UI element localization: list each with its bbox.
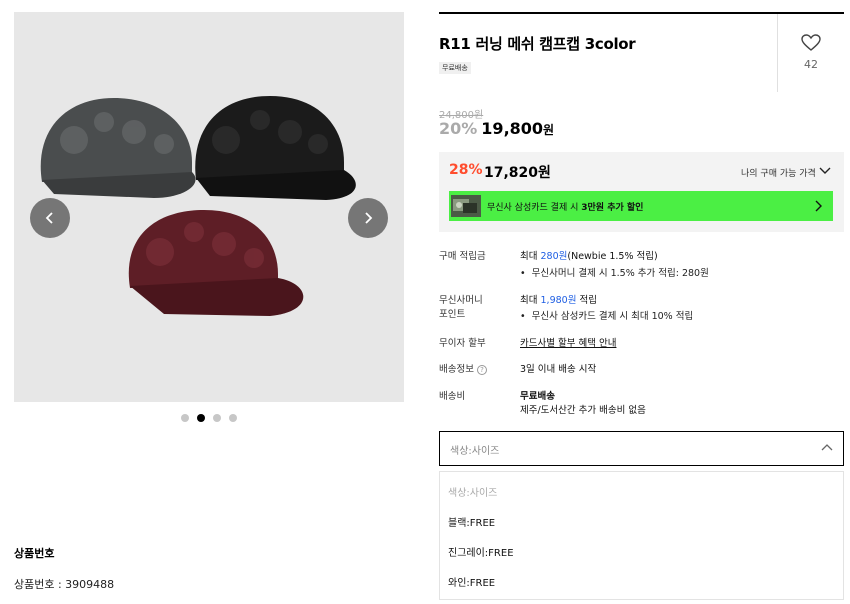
shipping-fee-note: 제주/도서산간 추가 배송비 없음 (520, 405, 646, 416)
promo-text: 무신사 삼성카드 결제 시 3만원 추가 할인 (487, 202, 644, 213)
sale-price: 19,800 (481, 119, 544, 138)
gray-cap-image (40, 98, 196, 198)
option-black-free[interactable]: 블랙:FREE (448, 514, 495, 529)
chevron-right-icon (815, 200, 822, 212)
option-placeholder: 색상:사이즈 (448, 488, 498, 499)
chevron-up-icon (821, 444, 833, 451)
heart-icon (801, 34, 821, 51)
chevron-left-icon (45, 212, 53, 224)
my-discount-percent: 28% (449, 162, 483, 178)
product-number: 상품번호 : 3909488 (14, 578, 115, 591)
money-label-1: 무신사머니 (439, 295, 483, 306)
shipping-fee-value: 무료배송 (520, 391, 555, 402)
discount-price-row: 20% 19,800 원 (439, 119, 554, 138)
shipping-value: 3일 이내 배송 시작 (520, 364, 597, 375)
option-wine-free[interactable]: 와인:FREE (448, 574, 495, 589)
option-select[interactable]: 색상:사이즈 (439, 431, 844, 466)
product-number-title: 상품번호 (14, 547, 55, 560)
discount-percent: 20% (439, 119, 478, 138)
shipping-label: 배송정보? (439, 361, 487, 375)
gallery-dot[interactable] (213, 414, 221, 422)
vertical-divider (777, 14, 778, 92)
money-label-2: 포인트 (439, 309, 466, 320)
option-dark-gray-free[interactable]: 진그레이:FREE (448, 544, 514, 559)
points-value: 최대 280원(Newbie 1.5% 적립) (520, 251, 658, 262)
price-unit: 원 (543, 123, 555, 137)
gallery-dot[interactable] (229, 414, 237, 422)
installment-link[interactable]: 카드사별 할부 혜택 안내 (520, 335, 616, 349)
product-image-gallery[interactable] (14, 12, 404, 402)
my-price-toggle[interactable]: 나의 구매 가능 가격 (741, 166, 816, 179)
samsung-card-promo-banner[interactable]: 무신사 삼성카드 결제 시 3만원 추가 할인 (449, 191, 833, 221)
gallery-pagination (181, 414, 237, 422)
product-title: R11 러닝 메쉬 캠프캡 3color (439, 35, 636, 53)
option-dropdown: 색상:사이즈 블랙:FREE 진그레이:FREE 와인:FREE (439, 471, 844, 600)
card-promo-image (451, 195, 481, 217)
wine-cap-image (128, 210, 304, 316)
shipping-fee-label: 배송비 (439, 391, 466, 402)
money-bullet: 무신사 삼성카드 결제 시 최대 10% 적립 (520, 308, 694, 322)
like-button[interactable]: 42 (782, 34, 840, 71)
chevron-right-icon (365, 212, 373, 224)
gallery-next-button[interactable] (348, 198, 388, 238)
free-shipping-badge: 무료배송 (439, 62, 471, 74)
black-cap-image (195, 96, 356, 200)
like-count: 42 (804, 58, 818, 71)
my-price-box: 28% 17,820원 나의 구매 가능 가격 무신사 삼성카드 결제 시 3만… (439, 152, 844, 232)
help-icon[interactable]: ? (476, 364, 487, 375)
gallery-prev-button[interactable] (30, 198, 70, 238)
money-value: 최대 1,980원 적립 (520, 295, 597, 306)
top-divider (439, 12, 844, 14)
points-label: 구매 적립금 (439, 251, 486, 262)
points-bullet: 무신사머니 결제 시 1.5% 추가 적립: 280원 (520, 265, 709, 279)
gallery-dot[interactable] (181, 414, 189, 422)
product-image (40, 96, 356, 316)
my-price: 17,820원 (484, 165, 551, 181)
gallery-dot-active[interactable] (197, 414, 205, 422)
installment-label: 무이자 할부 (439, 338, 486, 349)
option-select-placeholder: 색상:사이즈 (450, 446, 500, 457)
chevron-down-icon[interactable] (819, 167, 831, 175)
